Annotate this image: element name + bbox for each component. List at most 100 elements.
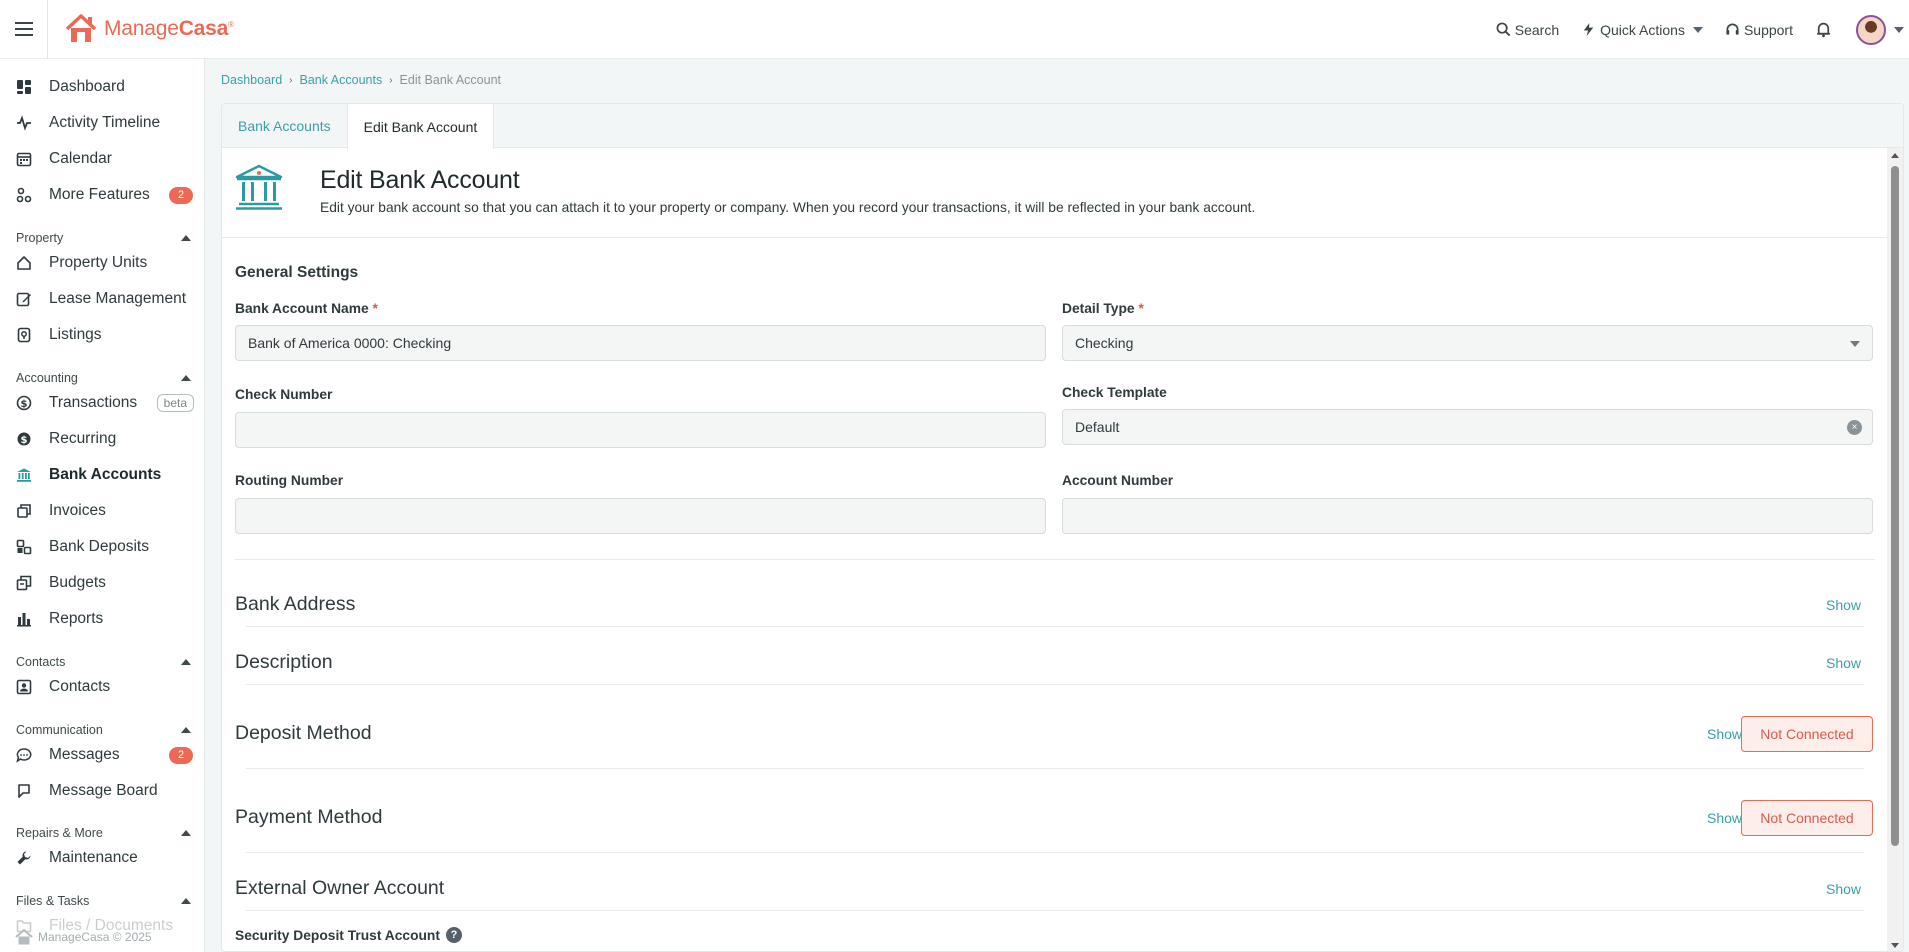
wrench-icon — [15, 849, 33, 867]
sidebar-item-messages[interactable]: Messages 2 — [0, 737, 204, 773]
brand-logo[interactable]: ManageCasa® — [64, 13, 234, 45]
check-template-select[interactable]: Default × — [1062, 409, 1873, 445]
sidebar-item-invoices[interactable]: Invoices — [0, 493, 204, 529]
scrollbar[interactable] — [1887, 148, 1903, 951]
sidebar-item-recurring[interactable]: $ Recurring — [0, 421, 204, 457]
payment-method-show-link[interactable]: Show — [1707, 810, 1742, 826]
sidebar-item-more-features[interactable]: More Features 2 — [0, 177, 204, 213]
general-settings-heading: General Settings — [235, 264, 359, 281]
breadcrumb-dashboard[interactable]: Dashboard — [221, 73, 282, 87]
notifications-button[interactable] — [1815, 21, 1836, 38]
external-owner-account-heading: External Owner Account — [235, 877, 445, 899]
deposit-not-connected-button[interactable]: Not Connected — [1741, 716, 1873, 752]
dollar-icon: $ — [15, 394, 33, 412]
quick-actions-button[interactable]: Quick Actions — [1581, 22, 1703, 38]
sidebar-item-property-units[interactable]: Property Units — [0, 245, 204, 281]
budget-icon — [15, 574, 33, 592]
chevron-right-icon: › — [389, 74, 393, 86]
account-number-input[interactable] — [1062, 498, 1873, 534]
divider — [246, 684, 1864, 685]
bank-icon — [235, 163, 283, 211]
deposit-method-heading: Deposit Method — [235, 722, 372, 744]
svg-text:$: $ — [21, 435, 28, 446]
headset-icon — [1726, 23, 1739, 35]
avatar[interactable] — [1856, 14, 1886, 45]
scroll-up-icon[interactable] — [1891, 153, 1899, 158]
collapse-caret-icon — [181, 235, 191, 241]
sidebar-item-message-board[interactable]: Message Board — [0, 773, 204, 809]
payment-not-connected-button[interactable]: Not Connected — [1741, 800, 1873, 836]
clear-icon[interactable]: × — [1847, 420, 1862, 435]
page-title: Edit Bank Account — [320, 166, 520, 194]
support-button[interactable]: Support — [1725, 22, 1793, 38]
sidebar-footer: ManageCasa © 2025 — [14, 928, 152, 946]
collapse-caret-icon — [181, 898, 191, 904]
edit-panel: Bank Accounts Edit Bank Account Edit Ban… — [221, 103, 1904, 952]
sidebar-item-dashboard[interactable]: Dashboard — [0, 69, 204, 105]
count-badge: 2 — [169, 746, 193, 764]
check-number-input[interactable] — [235, 412, 1046, 448]
help-icon[interactable]: ? — [445, 927, 462, 943]
breadcrumb: Dashboard › Bank Accounts › Edit Bank Ac… — [221, 73, 501, 87]
bank-account-name-input[interactable]: Bank of America 0000: Checking — [235, 325, 1046, 361]
tab-edit-bank-account[interactable]: Edit Bank Account — [346, 104, 495, 149]
features-icon — [15, 186, 33, 204]
deposit-icon — [15, 538, 33, 556]
description-heading: Description — [235, 651, 333, 673]
svg-text:$: $ — [21, 399, 28, 410]
collapse-caret-icon — [181, 727, 191, 733]
lightning-icon — [1583, 22, 1594, 37]
breadcrumb-bank-accounts[interactable]: Bank Accounts — [300, 73, 383, 87]
avatar-chevron-down-icon[interactable] — [1894, 26, 1904, 33]
count-badge: 2 — [169, 186, 193, 204]
chevron-down-icon — [1692, 26, 1703, 33]
chevron-down-icon — [1850, 341, 1860, 347]
bell-icon — [1817, 22, 1830, 38]
house-logo-icon — [64, 13, 98, 45]
sidebar-item-lease-management[interactable]: Lease Management — [0, 281, 204, 317]
bank-address-show-link[interactable]: Show — [1826, 597, 1861, 613]
sidebar-item-bank-accounts[interactable]: Bank Accounts — [0, 457, 204, 493]
dashboard-icon — [15, 78, 33, 96]
menu-toggle-button[interactable] — [0, 0, 48, 59]
detail-type-select[interactable]: Checking — [1062, 325, 1873, 361]
payment-method-heading: Payment Method — [235, 806, 383, 828]
edit-document-icon — [15, 290, 33, 308]
main-content: Dashboard › Bank Accounts › Edit Bank Ac… — [205, 59, 1909, 952]
divider — [246, 852, 1864, 853]
external-owner-account-show-link[interactable]: Show — [1826, 881, 1861, 897]
routing-number-input[interactable] — [235, 498, 1046, 534]
description-show-link[interactable]: Show — [1826, 655, 1861, 671]
search-icon — [1496, 22, 1511, 37]
sidebar-item-calendar[interactable]: Calendar — [0, 141, 204, 177]
home-icon — [15, 254, 33, 272]
calendar-icon — [15, 150, 33, 168]
page-header: Edit Bank Account Edit your bank account… — [222, 148, 1887, 238]
account-number-label: Account Number — [1062, 473, 1174, 488]
detail-type-label: Detail Type * — [1062, 301, 1144, 316]
sidebar-item-contacts[interactable]: Contacts — [0, 669, 204, 705]
divider — [246, 626, 1864, 627]
sidebar-item-activity-timeline[interactable]: Activity Timeline — [0, 105, 204, 141]
scroll-down-icon[interactable] — [1891, 943, 1899, 948]
page-description: Edit your bank account so that you can a… — [320, 200, 1256, 215]
sidebar-item-bank-deposits[interactable]: Bank Deposits — [0, 529, 204, 565]
bank-icon — [15, 466, 33, 484]
sidebar-item-listings[interactable]: Listings — [0, 317, 204, 353]
divider — [246, 768, 1864, 769]
scrollbar-thumb[interactable] — [1891, 166, 1899, 846]
invoice-icon — [15, 502, 33, 520]
sidebar-item-reports[interactable]: Reports — [0, 601, 204, 637]
collapse-caret-icon — [181, 375, 191, 381]
house-logo-icon — [15, 928, 33, 945]
sidebar: Dashboard Activity Timeline Calendar Mor… — [0, 59, 205, 952]
sidebar-item-maintenance[interactable]: Maintenance — [0, 840, 204, 876]
tab-bank-accounts[interactable]: Bank Accounts — [222, 104, 347, 148]
divider — [235, 559, 1875, 560]
sidebar-item-transactions[interactable]: $ Transactions beta — [0, 385, 204, 421]
beta-tag: beta — [156, 394, 194, 412]
search-button[interactable]: Search — [1496, 22, 1559, 38]
brand-name: ManageCasa® — [104, 17, 234, 40]
sidebar-item-budgets[interactable]: Budgets — [0, 565, 204, 601]
deposit-method-show-link[interactable]: Show — [1707, 726, 1742, 742]
